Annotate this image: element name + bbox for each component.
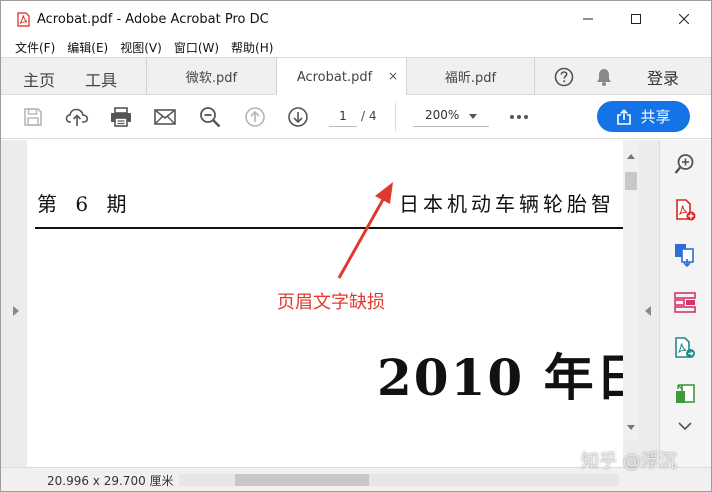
doc-issue-number: 第 6 期	[37, 192, 133, 216]
notifications-button[interactable]	[592, 58, 616, 95]
tab-label: 福昕.pdf	[444, 71, 497, 86]
close-window-button[interactable]	[661, 1, 707, 37]
envelope-icon	[154, 109, 176, 125]
tab-weiruan-pdf[interactable]: 微软.pdf	[146, 58, 276, 95]
zoom-out-icon	[200, 107, 221, 128]
bell-icon	[597, 68, 611, 86]
tab-close-icon[interactable]: ×	[388, 69, 398, 83]
export-pdf-icon	[675, 337, 695, 358]
combine-files-tool[interactable]	[671, 241, 699, 269]
toolbar-divider	[395, 103, 396, 131]
save-button[interactable]	[21, 105, 45, 129]
next-page-button[interactable]	[286, 105, 310, 129]
tab-foxit-pdf[interactable]: 福昕.pdf	[406, 58, 534, 95]
more-icon	[510, 115, 528, 119]
tab-acrobat-pdf[interactable]: Acrobat.pdf ×	[276, 58, 406, 96]
watermark: 知乎 @浮沉	[581, 451, 677, 472]
vertical-scrollbar[interactable]	[623, 140, 639, 440]
scroll-up-icon[interactable]	[627, 154, 635, 159]
chevron-down-icon	[469, 114, 477, 119]
menu-bar: 文件(F) 编辑(E) 视图(V) 窗口(W) 帮助(H)	[1, 37, 711, 57]
zoom-select[interactable]: 200%	[413, 105, 489, 127]
zoom-value: 200%	[425, 108, 460, 122]
compress-pdf-tool[interactable]	[671, 380, 699, 408]
scroll-down-icon[interactable]	[627, 425, 635, 430]
print-button[interactable]	[109, 105, 133, 129]
login-button[interactable]: 登录	[635, 58, 691, 95]
menu-file[interactable]: 文件(F)	[15, 39, 55, 56]
horizontal-scroll-thumb[interactable]	[235, 474, 369, 486]
tab-label: 微软.pdf	[185, 71, 238, 86]
minimize-icon	[583, 18, 593, 20]
menu-help[interactable]: 帮助(H)	[231, 39, 273, 56]
arrow-down-circle-icon	[288, 107, 308, 127]
compress-pdf-icon	[676, 384, 695, 403]
horizontal-scrollbar[interactable]	[179, 474, 619, 486]
create-pdf-tool[interactable]	[671, 196, 699, 224]
tab-bar: 主页 工具 微软.pdf Acrobat.pdf × 福昕.pdf 登录	[1, 57, 711, 96]
expand-left-pane-icon[interactable]	[13, 306, 19, 316]
annotation-arrow-icon	[337, 182, 393, 279]
vertical-scroll-thumb[interactable]	[625, 172, 637, 190]
zoom-in-icon	[674, 154, 694, 174]
acrobat-window: Acrobat.pdf - Adobe Acrobat Pro DC 文件(F)…	[0, 0, 712, 492]
zoom-out-button[interactable]	[198, 105, 222, 129]
right-pane-toggle-strip	[639, 140, 659, 467]
chevron-down-icon	[678, 422, 692, 430]
cloud-upload-icon	[65, 108, 89, 126]
title-bar: Acrobat.pdf - Adobe Acrobat Pro DC	[1, 1, 711, 37]
page-total: / 4	[361, 109, 377, 123]
help-icon	[554, 67, 573, 86]
email-button[interactable]	[153, 105, 177, 129]
doc-title-fragment: 2010 年日	[377, 348, 623, 407]
collapse-right-pane-icon[interactable]	[645, 306, 651, 316]
right-tools-panel	[659, 140, 711, 467]
organize-pages-tool[interactable]	[671, 288, 699, 316]
annotation-label: 页眉文字缺损	[277, 292, 385, 313]
share-button[interactable]: 共享	[597, 101, 690, 132]
window-title: Acrobat.pdf - Adobe Acrobat Pro DC	[37, 12, 269, 27]
maximize-button[interactable]	[613, 1, 659, 37]
menu-view[interactable]: 视图(V)	[120, 39, 162, 56]
tools-tab[interactable]: 工具	[85, 67, 117, 91]
combine-files-icon	[675, 244, 694, 268]
create-pdf-icon	[676, 199, 696, 221]
share-icon	[617, 108, 632, 125]
tab-label: Acrobat.pdf	[296, 69, 373, 85]
more-tools-button[interactable]	[507, 105, 531, 129]
organize-pages-icon	[674, 292, 696, 313]
menu-window[interactable]: 窗口(W)	[174, 39, 219, 56]
home-tab[interactable]: 主页	[23, 67, 55, 91]
page-dimensions: 20.996 x 29.700 厘米	[47, 474, 174, 488]
left-nav-pane	[1, 140, 27, 467]
arrow-up-circle-icon	[245, 107, 265, 127]
minimize-button[interactable]	[565, 1, 611, 37]
page-number-input[interactable]	[329, 105, 357, 127]
more-tools-expand[interactable]	[671, 416, 699, 436]
help-button[interactable]	[534, 58, 592, 95]
previous-page-button[interactable]	[243, 105, 267, 129]
zoom-in-tool[interactable]	[671, 150, 699, 178]
upload-cloud-button[interactable]	[65, 105, 89, 129]
printer-icon	[111, 107, 131, 127]
acrobat-app-icon	[17, 12, 30, 27]
menu-edit[interactable]: 编辑(E)	[67, 39, 108, 56]
login-label: 登录	[646, 68, 679, 88]
export-pdf-tool[interactable]	[671, 334, 699, 362]
document-view[interactable]: 第 6 期 日本机动车辆轮胎智 页眉文字缺损 2010 年日	[27, 140, 623, 467]
close-icon	[679, 14, 689, 24]
doc-running-header: 日本机动车辆轮胎智	[399, 192, 615, 216]
share-label: 共享	[640, 108, 671, 126]
maximize-icon	[631, 14, 641, 24]
save-icon	[24, 108, 42, 126]
